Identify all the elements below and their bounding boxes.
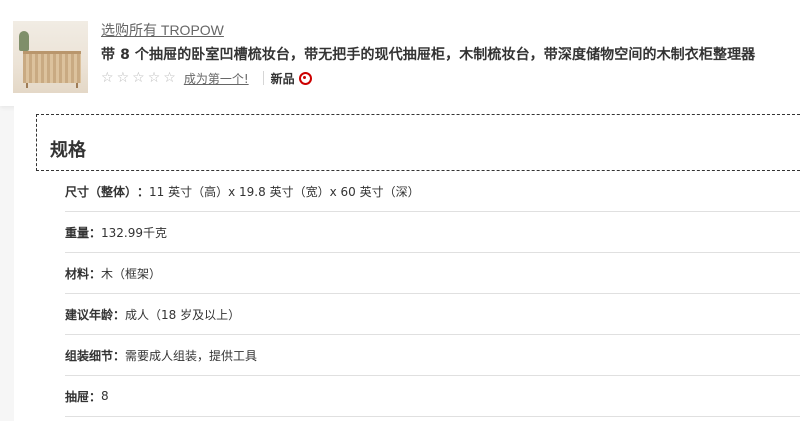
star-icon: ☆ [101, 70, 114, 86]
new-badge-label: 新品 [270, 71, 295, 86]
spec-value: 需要成人组装，提供工具 [125, 348, 258, 363]
plant-decor [19, 31, 29, 51]
spec-key: 材料 [65, 266, 90, 281]
spec-value: 木（框架） [101, 266, 162, 281]
spec-value: 11 英寸（高）x 19.8 英寸（宽）x 60 英寸（深） [149, 184, 420, 199]
spec-value: 132.99千克 [101, 225, 168, 240]
product-thumbnail[interactable] [13, 21, 88, 93]
be-first-to-review-link[interactable]: 成为第一个! [184, 70, 249, 87]
spec-row-weight: 重量： 132.99千克 [65, 212, 800, 253]
specifications-panel: 规格 尺寸（整体）： 11 英寸（高）x 19.8 英寸（宽）x 60 英寸（深）… [14, 106, 800, 421]
spec-value: 成人（18 岁及以上） [125, 307, 241, 322]
dresser-image [23, 51, 81, 83]
spec-key: 尺寸（整体） [65, 184, 138, 199]
spec-row-drawers: 抽屉： 8 [65, 376, 800, 417]
divider [262, 71, 264, 85]
spec-row-dimensions: 尺寸（整体）： 11 英寸（高）x 19.8 英寸（宽）x 60 英寸（深） [65, 171, 800, 212]
specifications-heading[interactable]: 规格 [36, 114, 800, 171]
star-icon: ☆ [132, 70, 145, 86]
shop-all-brand-link[interactable]: 选购所有 TROPOW [101, 20, 224, 40]
target-icon [298, 71, 312, 85]
product-header: 选购所有 TROPOW 带 8 个抽屉的卧室凹槽梳妆台，带无把手的现代抽屉柜，木… [0, 0, 800, 106]
rating-row: ☆ ☆ ☆ ☆ ☆ 成为第一个! 新品 [101, 69, 312, 87]
page: 选购所有 TROPOW 带 8 个抽屉的卧室凹槽梳妆台，带无把手的现代抽屉柜，木… [0, 0, 800, 421]
star-icon: ☆ [116, 70, 130, 86]
spec-row-material: 材料：木（框架） [65, 253, 800, 294]
star-icon: ☆ [147, 70, 161, 86]
product-title: 带 8 个抽屉的卧室凹槽梳妆台，带无把手的现代抽屉柜，木制梳妆台，带深度储物空间… [101, 47, 756, 63]
spec-key: 重量 [65, 225, 90, 240]
dresser-leg [76, 83, 78, 88]
spec-row-assembly: 组装细节：需要成人组装，提供工具 [65, 335, 800, 376]
star-rating[interactable]: ☆ ☆ ☆ ☆ ☆ [101, 71, 176, 85]
dresser-leg [26, 83, 28, 88]
spec-key: 组装细节 [65, 348, 114, 363]
spec-value: 8 [101, 389, 109, 403]
spec-key: 抽屉 [65, 389, 90, 404]
spec-row-recommended-age: 建议年龄：成人（18 岁及以上） [65, 294, 800, 335]
spec-list: 尺寸（整体）： 11 英寸（高）x 19.8 英寸（宽）x 60 英寸（深） 重量… [65, 171, 800, 417]
spec-key: 建议年龄 [65, 307, 114, 322]
star-icon: ☆ [163, 70, 176, 86]
